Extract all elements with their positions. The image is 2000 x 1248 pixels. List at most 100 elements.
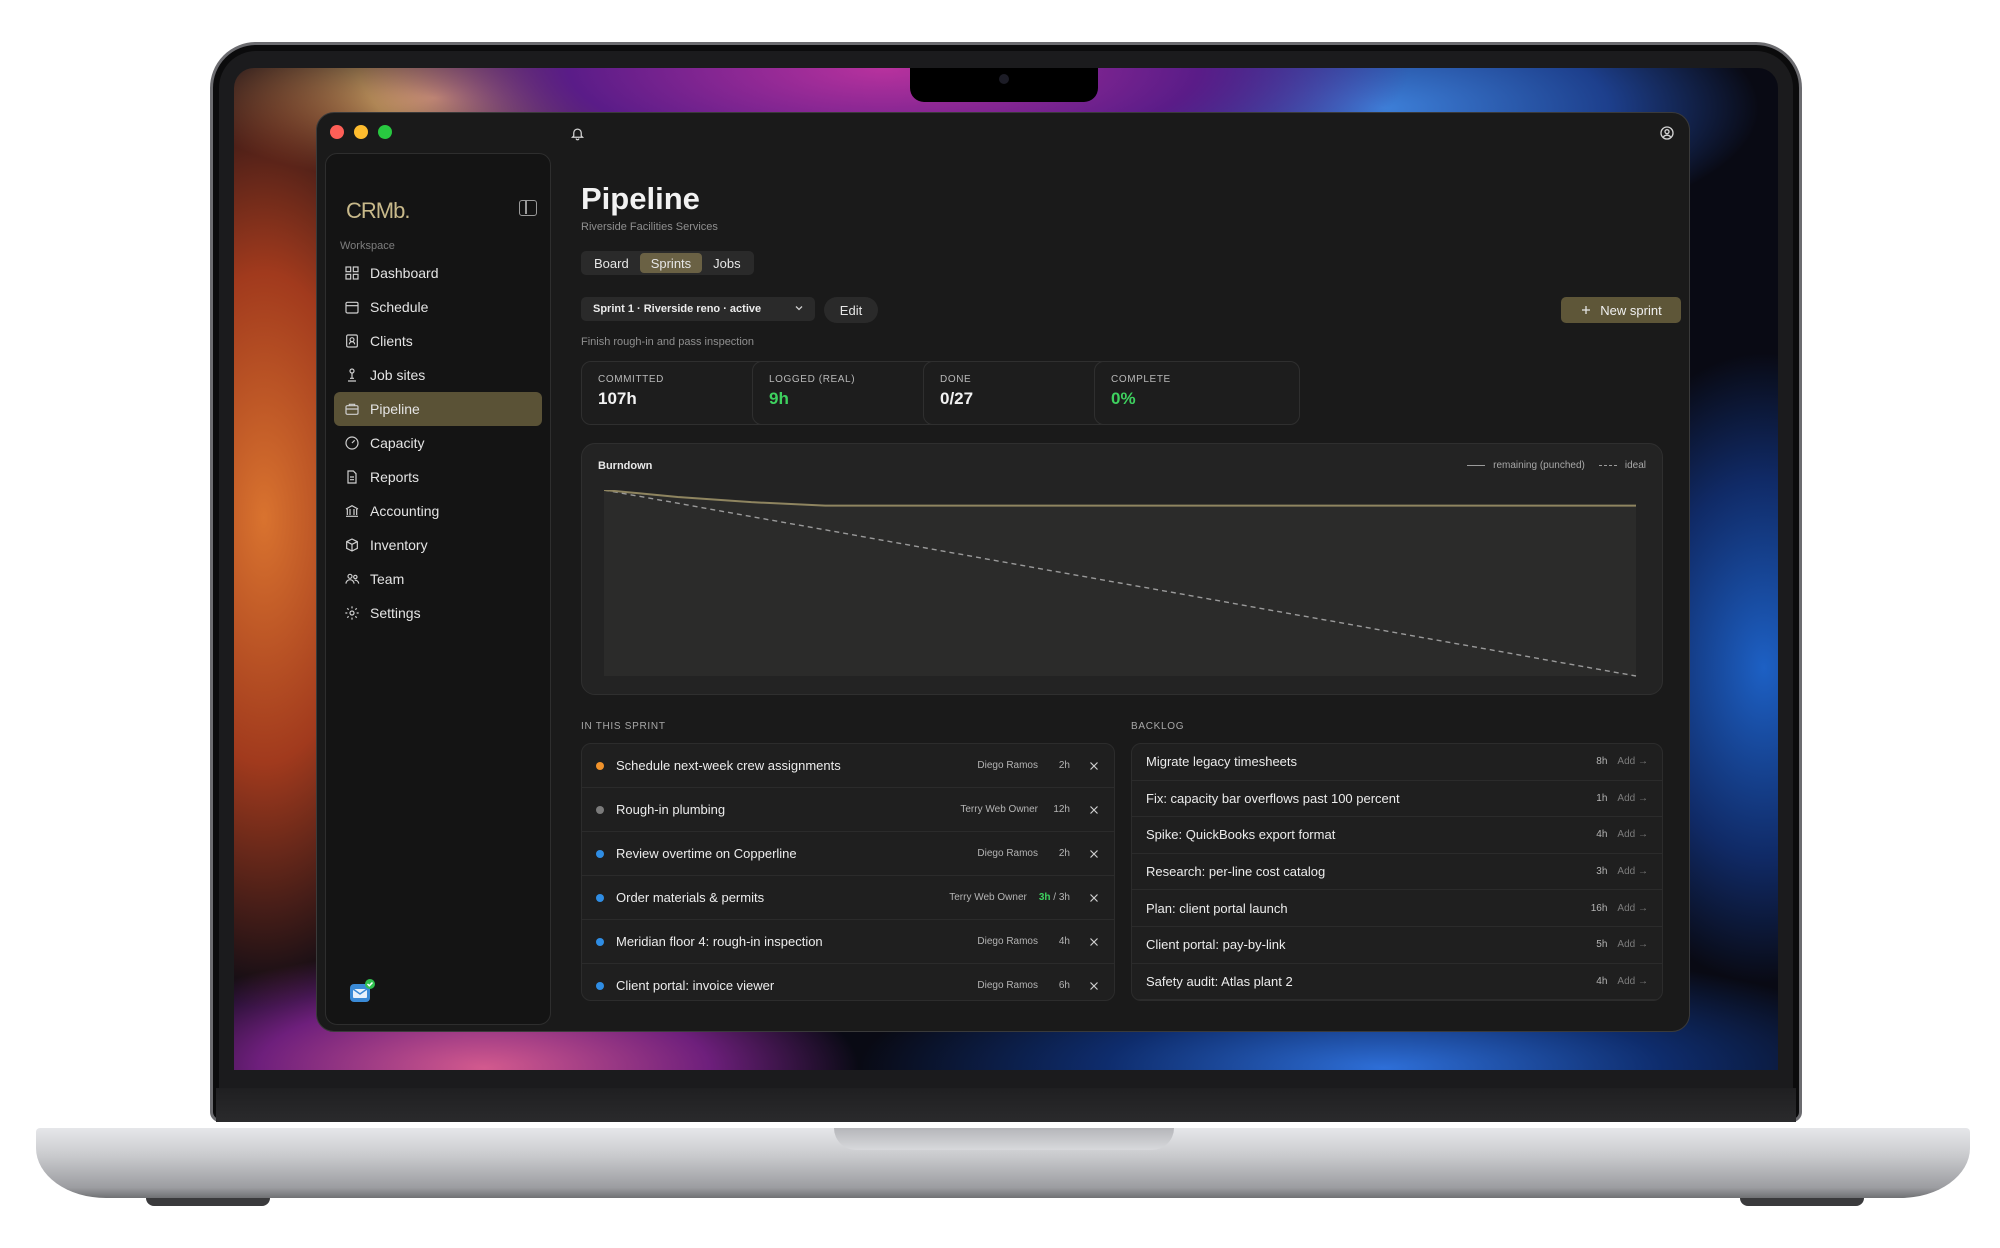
sidebar-item-accounting[interactable]: Accounting: [334, 494, 542, 528]
task-hours: 4h: [1050, 936, 1070, 947]
backlog-task-list: Migrate legacy timesheets 8h Add → Fix: cap…: [1131, 743, 1663, 1001]
tab-jobs[interactable]: Jobs: [702, 253, 751, 273]
account-avatar-icon[interactable]: [1656, 122, 1678, 144]
task-estimate: / 3h: [1050, 892, 1070, 903]
tab-sprints[interactable]: Sprints: [639, 253, 703, 273]
table-row[interactable]: Schedule next-week crew assignments Diego…: [582, 744, 1114, 788]
remove-from-sprint-icon[interactable]: [1088, 848, 1100, 860]
add-to-sprint-button[interactable]: Add →: [1617, 903, 1648, 914]
task-hours: 3h / 3h: [1039, 892, 1070, 903]
new-sprint-button[interactable]: New sprint: [1561, 297, 1681, 323]
add-to-sprint-button[interactable]: Add →: [1617, 829, 1648, 840]
briefcase-icon: [345, 403, 359, 415]
mail-app-icon[interactable]: [348, 978, 375, 1002]
legend-swatch-ideal: [1598, 465, 1617, 466]
sidebar-item-label: Clients: [370, 333, 413, 349]
sidebar-item-team[interactable]: Team: [334, 562, 542, 596]
task-estimate: 2h: [1058, 760, 1070, 771]
sidebar: CRMb. Workspace Dashboard Schedule Clients…: [325, 153, 551, 1025]
task-estimate: 12h: [1053, 804, 1070, 815]
laptop-chin: [216, 1088, 1796, 1122]
sidebar-nav: Dashboard Schedule Clients Job sites Pipelin…: [334, 256, 542, 630]
burndown-legend: remaining (punched) ideal: [1467, 460, 1646, 471]
calendar-icon: [345, 301, 359, 314]
zoom-window-button[interactable]: [378, 125, 392, 139]
table-row[interactable]: Client portal: invoice viewer Diego Ramos…: [582, 964, 1114, 1000]
in-sprint-label: IN THIS SPRINT: [581, 721, 666, 732]
sidebar-toggle-icon[interactable]: [519, 200, 537, 216]
camera-icon: [999, 74, 1009, 84]
task-owner: Terry Web Owner: [949, 892, 1027, 903]
backlog-title: Client portal: pay-by-link: [1146, 937, 1286, 953]
sidebar-item-pipeline[interactable]: Pipeline: [334, 392, 542, 426]
table-row[interactable]: Review overtime on Copperline Diego Ramos…: [582, 832, 1114, 876]
stat-label: COMPLETE: [1111, 374, 1171, 385]
task-hours: 2h: [1050, 848, 1070, 859]
grid-icon: [345, 266, 359, 280]
task-title: Order materials & permits: [616, 890, 765, 905]
sidebar-item-capacity[interactable]: Capacity: [334, 426, 542, 460]
sidebar-item-label: Reports: [370, 469, 420, 485]
table-row[interactable]: Meridian floor 4: rough-in inspection Die…: [582, 920, 1114, 964]
sprint-select-value: Sprint 1 · Riverside reno · active: [593, 303, 762, 315]
task-estimate: 4h: [1058, 936, 1070, 947]
status-dot: [596, 849, 604, 858]
sprint-goal: Finish rough-in and pass inspection: [581, 336, 755, 348]
sidebar-item-inventory[interactable]: Inventory: [334, 528, 542, 562]
app-window: CRMb. Workspace Dashboard Schedule Clients…: [316, 112, 1690, 1032]
backlog-hours: 4h: [1596, 975, 1608, 987]
task-estimate: 6h: [1058, 980, 1070, 991]
sidebar-item-label: Pipeline: [370, 401, 420, 417]
notifications-bell-icon[interactable]: [566, 122, 588, 144]
burndown-chart: [604, 490, 1637, 677]
status-dot: [596, 893, 604, 902]
sidebar-item-reports[interactable]: Reports: [334, 460, 542, 494]
remove-from-sprint-icon[interactable]: [1088, 936, 1100, 948]
list-item: Plan: client portal launch 16h Add →: [1132, 890, 1662, 927]
page-title: Pipeline: [581, 181, 700, 216]
add-to-sprint-button[interactable]: Add →: [1617, 866, 1648, 877]
list-item: Safety audit: Atlas plant 2 4h Add →: [1132, 964, 1662, 1000]
workspace-label: Workspace: [340, 240, 395, 252]
list-item: Research: per-line cost catalog 3h Add →: [1132, 854, 1662, 891]
tab-board[interactable]: Board: [583, 253, 640, 273]
task-estimate: 2h: [1058, 848, 1070, 859]
sidebar-item-label: Job sites: [370, 367, 426, 383]
status-dot: [596, 937, 604, 946]
main-content: Pipeline Riverside Facilities Services B…: [581, 153, 1681, 1023]
list-item: Spike: QuickBooks export format 4h Add →: [1132, 817, 1662, 854]
add-to-sprint-button[interactable]: Add →: [1617, 939, 1648, 950]
sidebar-item-label: Dashboard: [370, 265, 439, 281]
add-to-sprint-button[interactable]: Add →: [1617, 793, 1648, 804]
add-to-sprint-button[interactable]: Add →: [1617, 756, 1648, 767]
stat-value: 0%: [1111, 389, 1136, 408]
task-owner: Terry Web Owner: [960, 804, 1038, 815]
task-title: Review overtime on Copperline: [616, 846, 797, 861]
remove-from-sprint-icon[interactable]: [1088, 892, 1100, 904]
remaining-line: [604, 490, 1636, 507]
task-owner: Diego Ramos: [977, 936, 1038, 947]
sidebar-item-dashboard[interactable]: Dashboard: [334, 256, 542, 290]
laptop-foot-left: [146, 1198, 270, 1206]
close-window-button[interactable]: [330, 125, 344, 139]
table-row[interactable]: Order materials & permits Terry Web Owner…: [582, 876, 1114, 920]
task-title: Rough-in plumbing: [616, 802, 726, 817]
sidebar-item-clients[interactable]: Clients: [334, 324, 542, 358]
remove-from-sprint-icon[interactable]: [1088, 804, 1100, 816]
status-dot: [596, 761, 604, 770]
bank-icon: [345, 504, 359, 517]
sidebar-item-settings[interactable]: Settings: [334, 596, 542, 630]
add-to-sprint-button[interactable]: Add →: [1617, 976, 1648, 987]
remove-from-sprint-icon[interactable]: [1088, 980, 1100, 992]
app-logo: CRMb.: [346, 198, 410, 223]
sprint-select[interactable]: Sprint 1 · Riverside reno · active: [581, 297, 815, 321]
table-row[interactable]: Rough-in plumbing Terry Web Owner 12h: [582, 788, 1114, 832]
sidebar-item-job-sites[interactable]: Job sites: [334, 358, 542, 392]
remove-from-sprint-icon[interactable]: [1088, 760, 1100, 772]
minimize-window-button[interactable]: [354, 125, 368, 139]
chevron-down-icon: [795, 306, 803, 311]
sidebar-item-label: Inventory: [370, 537, 428, 553]
backlog-hours: 3h: [1596, 866, 1608, 878]
sidebar-item-schedule[interactable]: Schedule: [334, 290, 542, 324]
edit-sprint-button[interactable]: Edit: [824, 297, 878, 323]
